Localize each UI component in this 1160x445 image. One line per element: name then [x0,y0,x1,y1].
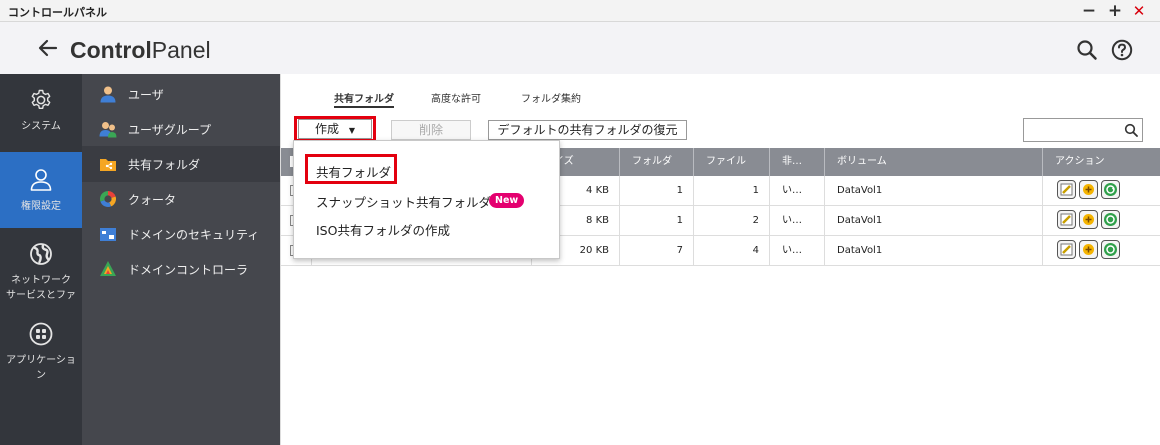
gear-icon [31,89,51,109]
domain-controller-icon [100,261,116,276]
permissions-icon[interactable] [1079,180,1098,199]
column-header-volume[interactable]: ボリューム [824,148,1042,176]
permissions-icon[interactable] [1079,240,1098,259]
cell-files: 4 [693,236,769,265]
sub-nav-item-domain-controller[interactable]: ドメインコントローラ [82,251,280,287]
nav-item-system-label: システム [21,121,61,132]
apps-icon [29,322,53,346]
globe-icon [30,243,52,265]
sub-nav-item-shared-folders[interactable]: 共有フォルダ [82,146,280,182]
sub-nav-item-user-groups-label: ユーザグループ [128,123,212,137]
help-icon[interactable] [1111,39,1133,61]
sub-nav-item-quota-label: クォータ [128,193,177,207]
nav-item-permissions[interactable]: 権限設定 [0,152,82,228]
sub-nav-item-users-label: ユーザ [128,88,164,102]
sub-nav: ユーザ ユーザグループ 共有フォルダ クォータ ドメインのセキュリティ ドメイン… [82,74,280,445]
new-badge: New [489,193,525,208]
user-icon [30,169,52,191]
user-group-icon [99,122,117,138]
nav-item-network-services[interactable]: ネットワーク サービスとファ [0,242,82,308]
shared-folder-icon [100,159,116,171]
app-title-bold: Control [70,37,152,63]
tab-advanced-permissions[interactable]: 高度な許可 [431,90,481,108]
window-title: コントロールパネル [8,6,107,19]
cell-folders: 1 [619,206,693,235]
edit-icon[interactable] [1057,180,1076,199]
refresh-icon[interactable] [1101,240,1120,259]
sub-nav-item-domain-security[interactable]: ドメインのセキュリティ [82,216,280,252]
quota-icon [99,191,116,207]
cell-files: 2 [693,206,769,235]
cell-hidden: い… [769,176,824,205]
content-area: 共有フォルダ 高度な許可 フォルダ集約 作成 ▼ 削除 デフォルトの共有フォルダ… [280,74,1160,445]
column-header-folders[interactable]: フォルダ [619,148,693,176]
column-header-hidden[interactable]: 非… [769,148,824,176]
app-title: ControlPanel [70,37,211,64]
sub-nav-item-domain-controller-label: ドメインコントローラ [128,263,249,277]
nav-item-permissions-label: 権限設定 [21,201,61,212]
cell-actions [1042,206,1160,235]
create-menu-item-snapshot-shared-folder[interactable]: スナップショット共有フォルダー New [294,187,559,213]
nav-item-network-label-1: ネットワーク [11,275,71,286]
close-button[interactable]: ✕ [1128,1,1150,21]
create-button-label: 作成 [315,122,340,136]
cell-actions [1042,176,1160,205]
sub-nav-item-quota[interactable]: クォータ [82,181,280,217]
maximize-button[interactable]: + [1104,1,1126,21]
create-menu-item-shared-folder[interactable]: 共有フォルダ [294,157,559,183]
edit-icon[interactable] [1057,210,1076,229]
main-nav: システム 権限設定 ネットワーク サービスとファ アプリケーショ ン [0,74,82,445]
window-titlebar: コントロールパネル − + ✕ [0,0,1160,22]
delete-button[interactable]: 削除 [391,120,471,140]
cell-volume: DataVol1 [824,176,1042,205]
cell-volume: DataVol1 [824,206,1042,235]
user-icon [100,86,116,103]
sub-nav-item-shared-folders-label: 共有フォルダ [128,158,201,172]
nav-item-system[interactable]: システム [0,88,82,148]
search-input[interactable] [1027,121,1119,139]
create-menu: 共有フォルダ スナップショット共有フォルダー New ISO共有フォルダの作成 [293,140,560,259]
nav-item-applications[interactable]: アプリケーショ ン [0,322,82,388]
create-button[interactable]: 作成 ▼ [298,119,372,139]
cell-folders: 1 [619,176,693,205]
permissions-icon[interactable] [1079,210,1098,229]
refresh-icon[interactable] [1101,180,1120,199]
edit-icon[interactable] [1057,240,1076,259]
restore-default-shared-folders-button[interactable]: デフォルトの共有フォルダの復元 [488,120,687,140]
refresh-icon[interactable] [1101,210,1120,229]
app-title-rest: Panel [151,37,211,63]
tab-folder-aggregation[interactable]: フォルダ集約 [521,90,581,108]
create-menu-item-iso-label: ISO共有フォルダの作成 [316,223,450,238]
cell-hidden: い… [769,206,824,235]
column-header-files[interactable]: ファイル [693,148,769,176]
create-menu-item-snapshot-label: スナップショット共有フォルダー [316,195,504,210]
create-menu-item-iso-shared-folder[interactable]: ISO共有フォルダの作成 [294,215,559,241]
arrow-left-icon[interactable] [36,36,60,60]
cell-volume: DataVol1 [824,236,1042,265]
minimize-button[interactable]: − [1078,1,1100,21]
cell-files: 1 [693,176,769,205]
sub-nav-item-domain-security-label: ドメインのセキュリティ [128,228,260,242]
search-box[interactable] [1023,118,1143,142]
create-menu-item-shared-folder-label: 共有フォルダ [316,165,392,180]
app-header: ControlPanel [0,22,1160,74]
sub-nav-item-users[interactable]: ユーザ [82,76,280,112]
caret-down-icon: ▼ [348,126,355,135]
search-icon[interactable] [1124,123,1138,137]
nav-item-network-label-2: サービスとファ [6,290,76,301]
tab-shared-folders[interactable]: 共有フォルダ [334,90,394,108]
search-icon[interactable] [1076,39,1098,61]
control-panel-window: コントロールパネル − + ✕ ControlPanel システム 権限設定 ネ… [0,0,1160,445]
cell-folders: 7 [619,236,693,265]
cell-hidden: い… [769,236,824,265]
column-header-action[interactable]: アクション [1042,148,1160,176]
sub-nav-item-user-groups[interactable]: ユーザグループ [82,111,280,147]
domain-security-icon [100,228,116,241]
nav-item-applications-label-1: アプリケーショ [6,355,76,366]
cell-actions [1042,236,1160,265]
nav-item-applications-label-2: ン [36,370,46,381]
